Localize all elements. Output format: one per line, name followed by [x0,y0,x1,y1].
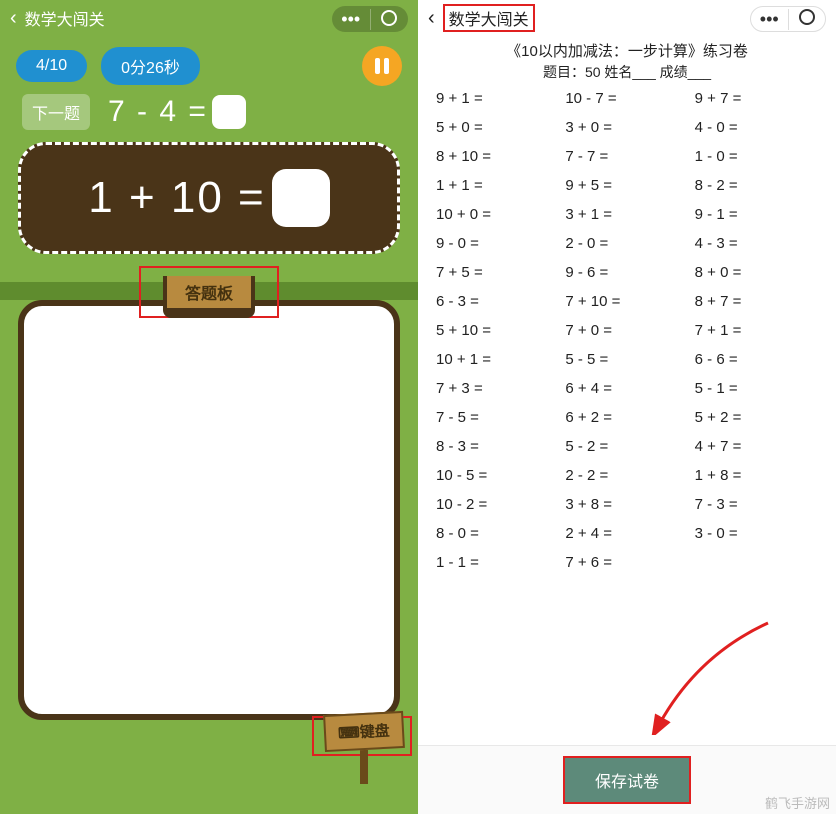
problem-cell: 9 + 5 = [565,177,688,194]
problem-cell: 7 + 1 = [695,322,818,339]
main-answer-box[interactable] [272,169,330,227]
problem-cell: 1 + 8 = [695,467,818,484]
problem-cell: 7 + 0 = [565,322,688,339]
problem-cell: 4 - 0 = [695,119,818,136]
sheet-subtitle: 题目：50 姓名___ 成绩___ [418,62,836,86]
problem-cell: 7 + 5 = [436,264,559,281]
problem-cell: 9 + 1 = [436,90,559,107]
miniprogram-capsule[interactable]: ••• [332,6,408,32]
game-screen: ‹ 数学大闯关 ••• 4/10 0分26秒 下一题 7 - 4 = 1 + 1… [0,0,418,814]
board-tab: 答题板 [163,276,255,318]
problem-cell: 8 - 2 = [695,177,818,194]
problem-cell: 2 + 4 = [565,525,688,542]
main-equation: 1 + 10 = [88,169,329,227]
close-circle-icon[interactable] [371,10,409,29]
next-equation-text: 7 - 4 = [108,95,208,129]
problem-cell: 4 - 3 = [695,235,818,252]
problem-cell: 10 - 5 = [436,467,559,484]
problem-cell: 6 + 2 = [565,409,688,426]
problem-cell: 2 - 0 = [565,235,688,252]
game-header: ‹ 数学大闯关 ••• [0,0,418,36]
problem-cell: 7 - 7 = [565,148,688,165]
callout-highlight-box: 数学大闯关 [443,4,535,32]
problem-cell: 3 - 0 = [695,525,818,542]
problem-cell: 5 + 10 = [436,322,559,339]
problem-cell: 8 + 7 = [695,293,818,310]
problem-cell: 8 - 3 = [436,438,559,455]
next-equation: 7 - 4 = [108,95,246,129]
menu-dots-icon[interactable]: ••• [332,9,371,30]
problem-cell: 7 - 5 = [436,409,559,426]
sign-post [360,750,368,784]
problem-cell: 2 - 2 = [565,467,688,484]
timer-pill: 0分26秒 [101,47,200,85]
next-answer-box [212,95,246,129]
problem-cell: 5 - 1 = [695,380,818,397]
problem-cell: 1 + 1 = [436,177,559,194]
worksheet-header: ‹ 数学大闯关 ••• [418,0,836,36]
arrow-annotation [638,615,778,740]
problem-cell: 7 + 6 = [565,554,688,571]
miniprogram-capsule[interactable]: ••• [750,6,826,32]
board-tab-label: 答题板 [167,276,251,308]
save-button[interactable]: 保存试卷 [563,756,691,804]
sheet-title: 《10以内加减法：一步计算》练习卷 [418,36,836,62]
problem-cell: 6 - 6 = [695,351,818,368]
keyboard-icon: ⌨ [338,723,361,742]
problem-cell: 9 - 6 = [565,264,688,281]
back-icon[interactable]: ‹ [428,7,435,30]
problem-cell [695,554,818,571]
problem-cell: 10 + 1 = [436,351,559,368]
worksheet-screen: ‹ 数学大闯关 ••• 《10以内加减法：一步计算》练习卷 题目：50 姓名__… [418,0,836,814]
problem-cell: 4 + 7 = [695,438,818,455]
progress-pill: 4/10 [16,50,87,82]
keyboard-sign[interactable]: ⌨ 键盘 [323,711,404,752]
watermark: 鹤飞手游网 [765,793,830,812]
keyboard-label: 键盘 [359,720,390,743]
problem-cell: 8 + 0 = [695,264,818,281]
problem-cell: 9 - 1 = [695,206,818,223]
close-circle-icon[interactable] [789,9,826,30]
problem-cell: 5 + 0 = [436,119,559,136]
worksheet-title: 数学大闯关 [449,12,529,29]
problem-cell: 9 - 0 = [436,235,559,252]
problem-cell: 5 - 5 = [565,351,688,368]
problem-cell: 10 - 2 = [436,496,559,513]
problem-cell: 8 + 10 = [436,148,559,165]
problem-cell: 6 - 3 = [436,293,559,310]
main-question-card: 1 + 10 = [18,142,400,254]
answer-board[interactable]: 答题板 [18,300,400,720]
problem-cell: 7 + 3 = [436,380,559,397]
pause-button[interactable] [362,46,402,86]
keyboard-signpost[interactable]: ⌨ 键盘 [324,713,404,784]
problem-cell: 9 + 7 = [695,90,818,107]
next-question-row: 下一题 7 - 4 = [0,92,418,132]
back-icon[interactable]: ‹ [10,7,17,30]
problem-cell: 3 + 8 = [565,496,688,513]
problem-cell: 1 - 1 = [436,554,559,571]
stats-row: 4/10 0分26秒 [0,36,418,92]
problems-grid: 9 + 1 = 10 - 7 = 9 + 7 = 5 + 0 = 3 + 0 = 4 - … [418,86,836,571]
next-label: 下一题 [22,94,90,130]
problem-cell: 6 + 4 = [565,380,688,397]
menu-dots-icon[interactable]: ••• [751,9,789,30]
problem-cell: 3 + 0 = [565,119,688,136]
problem-cell: 3 + 1 = [565,206,688,223]
problem-cell: 5 + 2 = [695,409,818,426]
problem-cell: 7 + 10 = [565,293,688,310]
problem-cell: 8 - 0 = [436,525,559,542]
main-equation-text: 1 + 10 = [88,173,265,223]
problem-cell: 1 - 0 = [695,148,818,165]
problem-cell: 10 + 0 = [436,206,559,223]
problem-cell: 10 - 7 = [565,90,688,107]
problem-cell: 5 - 2 = [565,438,688,455]
problem-cell: 7 - 3 = [695,496,818,513]
